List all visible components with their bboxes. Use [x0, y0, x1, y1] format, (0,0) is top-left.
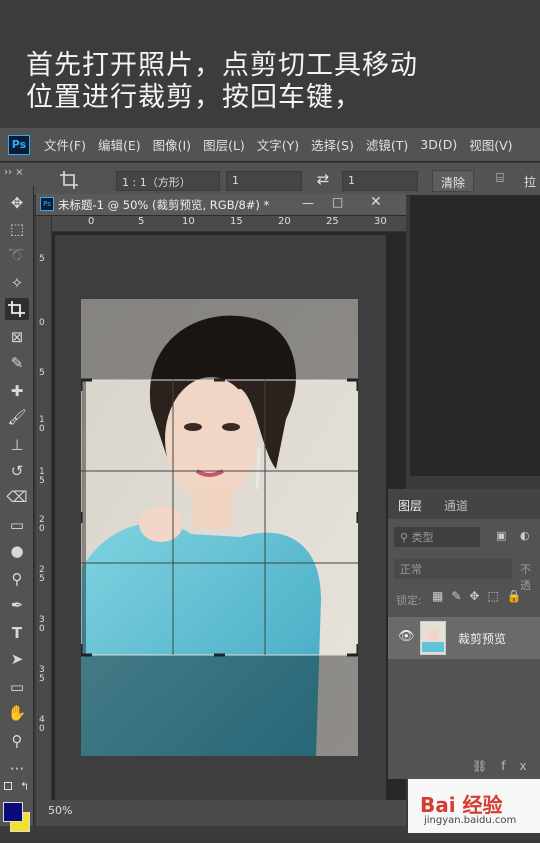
menu-3d[interactable]: 3D(D) [420, 137, 457, 152]
ruler-label: 20 [278, 216, 291, 227]
menu-file[interactable]: 文件(F) [44, 135, 86, 154]
instruction-caption: 首先打开照片，点剪切工具移动 位置进行裁剪，按回车键， [0, 0, 540, 128]
menu-bar: Ps 文件(F) 编辑(E) 图像(I) 图层(L) 文字(Y) 选择(S) 滤… [0, 128, 540, 162]
ruler-label: 0 [39, 318, 45, 328]
filter-placeholder: 类型 [411, 531, 434, 544]
screenshot: 首先打开照片，点剪切工具移动 位置进行裁剪，按回车键， Ps 文件(F) 编辑(… [0, 0, 540, 843]
healing-brush-tool-icon[interactable]: ✚ [5, 380, 29, 402]
properties-panel [410, 196, 540, 476]
tab-layers[interactable]: 图层 [398, 497, 422, 514]
magic-wand-tool-icon[interactable]: ✧ [5, 272, 29, 294]
eyedropper-tool-icon[interactable]: ✎ [5, 352, 29, 374]
horizontal-ruler: 0 5 10 15 20 25 30 [52, 216, 406, 232]
straighten-label[interactable]: 拉 [524, 173, 536, 190]
caption-line-2: 位置进行裁剪，按回车键， [26, 82, 362, 113]
width-input[interactable]: 1 [226, 171, 302, 191]
path-selection-tool-icon[interactable]: ➤ [5, 648, 29, 670]
ruler-label: 5 [138, 216, 145, 227]
zoom-tool-icon[interactable]: ⚲ [5, 730, 29, 752]
tools-panel: ✥ ⬚ ➰ ✧ ⊠ ✎ ✚ 🖌 ⊥ ↺ ⌫ ▭ ● ⚲ ✒ T ➤ ▭ ✋ ⚲ … [0, 186, 34, 832]
layer-filter-select[interactable]: ⚲ 类型 [394, 527, 480, 547]
visibility-eye-icon[interactable]: 👁 [398, 629, 415, 644]
close-icon[interactable]: ✕ [370, 194, 382, 210]
more-tools-icon[interactable]: ··· [5, 758, 29, 780]
photo-canvas[interactable] [81, 299, 358, 756]
clear-button[interactable]: 清除 [432, 170, 475, 192]
ruler-label: 2 5 [39, 565, 45, 584]
layer-name[interactable]: 裁剪预览 [458, 630, 506, 647]
lock-icons[interactable]: ▦✎✥⬚🔒 [432, 589, 530, 603]
menu-select[interactable]: 选择(S) [311, 135, 354, 154]
swap-colors-icon[interactable]: ↰ [20, 780, 29, 793]
vertical-ruler: 5 0 5 1 0 1 5 2 0 2 5 3 0 3 5 4 0 [36, 216, 52, 811]
ruler-label: 3 5 [39, 665, 45, 684]
maximize-icon[interactable]: □ [332, 195, 343, 209]
menu-view[interactable]: 视图(V) [469, 135, 512, 154]
document-tab[interactable]: Ps 未标题-1 @ 50% (裁剪预览, RGB/8#) * — □ ✕ [36, 194, 406, 216]
foreground-color-swatch[interactable] [3, 802, 23, 822]
layer-row[interactable]: 👁 裁剪预览 [388, 617, 540, 659]
height-input[interactable]: 1 [342, 171, 418, 191]
menu-edit[interactable]: 编辑(E) [98, 135, 141, 154]
pen-tool-icon[interactable]: ✒ [5, 594, 29, 616]
ratio-select[interactable]: 1 : 1（方形） [116, 171, 220, 191]
options-bar: ›› × 1 : 1（方形） 1 ⇄ 1 清除 ⌸ 拉 [0, 163, 540, 196]
blend-mode-select[interactable]: 正常 [394, 559, 512, 579]
swap-icon[interactable]: ⇄ [312, 170, 334, 190]
ruler-label: 2 0 [39, 515, 45, 534]
zoom-level[interactable]: 50% [48, 804, 72, 817]
watermark-url: jingyan.baidu.com [424, 815, 517, 826]
ruler-label: 15 [230, 216, 243, 227]
ruler-label: 10 [182, 216, 195, 227]
search-icon: ⚲ [400, 531, 412, 544]
hand-tool-icon[interactable]: ✋ [5, 702, 29, 724]
ruler-label: 0 [88, 216, 95, 227]
ruler-label: 5 [39, 368, 45, 378]
baidu-watermark: Bai 经验 jingyan.baidu.com [408, 779, 540, 833]
menu-image[interactable]: 图像(I) [153, 135, 191, 154]
ruler-label: 25 [326, 216, 339, 227]
blur-tool-icon[interactable]: ● [5, 540, 29, 562]
move-tool-icon[interactable]: ✥ [5, 192, 29, 214]
ruler-label: 30 [374, 216, 387, 227]
lock-label: 锁定: [396, 594, 422, 607]
crop-tool-icon[interactable] [5, 298, 29, 320]
layer-thumbnail [420, 621, 446, 655]
image-filter-icon[interactable]: ▣ [496, 529, 506, 542]
brush-tool-icon[interactable]: 🖌 [5, 406, 29, 428]
frame-tool-icon[interactable]: ⊠ [5, 326, 29, 348]
crop-tool-preset-icon[interactable] [58, 169, 84, 191]
rectangle-tool-icon[interactable]: ▭ [5, 676, 29, 698]
ruler-label: 5 [39, 254, 45, 264]
ruler-label: 4 0 [39, 715, 45, 734]
type-tool-icon[interactable]: T [5, 622, 29, 644]
layers-panel: 图层 通道 ⚲ 类型 ▣ ◐ 正常 不透 锁定: ▦✎✥⬚🔒 👁 裁剪预览 ⛓f… [388, 489, 540, 779]
history-brush-tool-icon[interactable]: ↺ [5, 460, 29, 482]
dodge-tool-icon[interactable]: ⚲ [5, 568, 29, 590]
gradient-tool-icon[interactable]: ▭ [5, 514, 29, 536]
marquee-tool-icon[interactable]: ⬚ [5, 218, 29, 240]
eraser-tool-icon[interactable]: ⌫ [5, 486, 29, 508]
menu-filter[interactable]: 滤镜(T) [366, 135, 408, 154]
status-bar: 50% [36, 800, 406, 826]
stamp-tool-icon[interactable]: ⊥ [5, 434, 29, 456]
menu-type[interactable]: 文字(Y) [257, 135, 299, 154]
ruler-label: 1 5 [39, 467, 45, 486]
tab-channels[interactable]: 通道 [444, 497, 468, 514]
document-title: 未标题-1 @ 50% (裁剪预览, RGB/8#) * [58, 198, 270, 212]
ruler-label: 3 0 [39, 615, 45, 634]
adjustment-filter-icon[interactable]: ◐ [520, 529, 530, 542]
minimize-icon[interactable]: — [302, 196, 314, 210]
menu-layer[interactable]: 图层(L) [203, 135, 245, 154]
layer-footer-icons[interactable]: ⛓fx▣ [472, 759, 540, 773]
photoshop-logo: Ps [8, 134, 30, 155]
lasso-tool-icon[interactable]: ➰ [5, 244, 29, 266]
document-ps-icon: Ps [40, 197, 54, 211]
caption-line-1: 首先打开照片，点剪切工具移动 [26, 50, 418, 81]
ruler-label: 1 0 [39, 415, 45, 434]
watermark-brand: Bai 经验 [420, 793, 503, 817]
straighten-icon[interactable]: ⌸ [496, 171, 514, 189]
default-colors-icon[interactable] [4, 782, 12, 790]
